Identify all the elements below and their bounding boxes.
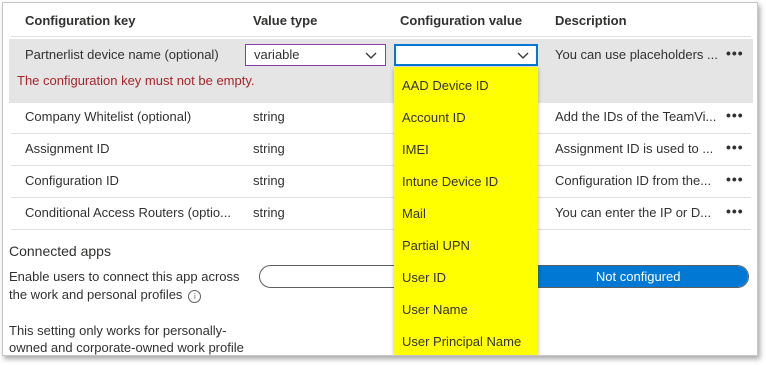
- header-divider: [11, 36, 751, 37]
- more-options-icon[interactable]: •••: [726, 139, 744, 155]
- config-value-dropdown-list: AAD Device ID Account ID IMEI Intune Dev…: [394, 67, 538, 355]
- chevron-down-icon: [517, 52, 529, 59]
- value-type-select[interactable]: variable: [245, 44, 386, 66]
- more-options-icon[interactable]: •••: [726, 107, 744, 123]
- description-cell: You can use placeholders ...: [555, 47, 718, 62]
- dropdown-option[interactable]: Mail: [402, 206, 426, 221]
- more-options-icon[interactable]: •••: [726, 171, 744, 187]
- dropdown-option[interactable]: User Principal Name: [402, 334, 521, 349]
- dropdown-option[interactable]: Intune Device ID: [402, 174, 498, 189]
- config-value-select[interactable]: [394, 44, 538, 66]
- table-row-key[interactable]: Configuration ID: [25, 173, 119, 188]
- more-options-icon[interactable]: •••: [726, 203, 744, 219]
- row-divider: [11, 133, 751, 134]
- connected-apps-note-line2: owned and corporate-owned work profile: [9, 340, 244, 355]
- table-row-description: Add the IDs of the TeamVi...: [555, 109, 717, 124]
- row-divider: [11, 229, 751, 230]
- table-row-description: You can enter the IP or D...: [555, 205, 712, 220]
- table-row-type: string: [253, 205, 285, 220]
- dropdown-option[interactable]: Partial UPN: [402, 238, 470, 253]
- connected-apps-label-line2: the work and personal profiles i: [9, 287, 202, 303]
- dropdown-option[interactable]: IMEI: [402, 142, 429, 157]
- dropdown-option[interactable]: User Name: [402, 302, 468, 317]
- table-row-description: Assignment ID is used to ...: [555, 141, 714, 156]
- column-header-type: Value type: [253, 13, 318, 28]
- config-key-cell[interactable]: Partnerlist device name (optional): [25, 47, 219, 62]
- dropdown-option[interactable]: AAD Device ID: [402, 78, 489, 93]
- row-divider: [11, 197, 751, 198]
- connected-apps-note-line1: This setting only works for personally-: [9, 323, 227, 338]
- value-type-selected: variable: [254, 47, 300, 62]
- dropdown-option[interactable]: User ID: [402, 270, 446, 285]
- app-config-panel: Configuration key Value type Configurati…: [2, 2, 758, 356]
- table-row-type: string: [253, 141, 285, 156]
- connected-apps-label-line1: Enable users to connect this app across: [9, 269, 240, 284]
- table-row-description: Configuration ID from the...: [555, 173, 712, 188]
- info-icon[interactable]: i: [188, 290, 202, 303]
- table-row-key[interactable]: Company Whitelist (optional): [25, 109, 191, 124]
- dropdown-option[interactable]: Account ID: [402, 110, 466, 125]
- table-row-key[interactable]: Conditional Access Routers (optio...: [25, 205, 231, 220]
- column-header-value: Configuration value: [400, 13, 523, 28]
- validation-error: The configuration key must not be empty.: [17, 73, 255, 88]
- column-header-key: Configuration key: [25, 13, 136, 28]
- toggle-option-not-configured[interactable]: Not configured: [528, 266, 748, 287]
- chevron-down-icon: [365, 52, 377, 59]
- connected-apps-title: Connected apps: [9, 243, 111, 259]
- table-row-type: string: [253, 173, 285, 188]
- table-row-type: string: [253, 109, 285, 124]
- row-divider: [11, 165, 751, 166]
- column-header-description: Description: [555, 13, 627, 28]
- table-row-key[interactable]: Assignment ID: [25, 141, 110, 156]
- more-options-icon[interactable]: •••: [726, 45, 744, 61]
